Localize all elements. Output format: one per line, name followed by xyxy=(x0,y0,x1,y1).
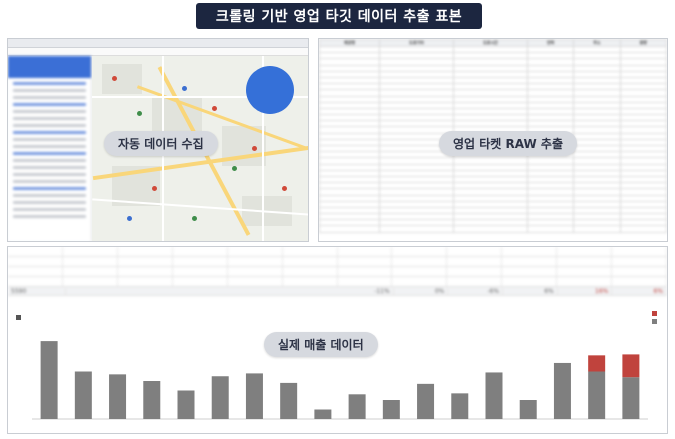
table-cell xyxy=(319,225,381,233)
bar-base xyxy=(245,373,263,419)
pct-cell: 16% xyxy=(558,287,613,295)
map-search-sidebar xyxy=(8,56,92,241)
bar-increment xyxy=(622,354,640,378)
sidebar-header xyxy=(8,56,91,78)
browser-address-bar xyxy=(8,48,308,56)
bar-base xyxy=(485,372,503,419)
sales-data-panel: 5590 -11% 0% -6% 6% 16% 6% 실제 매출 데이터 xyxy=(7,246,668,434)
pct-cell: -11% xyxy=(339,287,394,295)
table-panel-label: 영업 타켓 RAW 추출 xyxy=(439,131,577,156)
bar-base xyxy=(348,394,366,419)
table-cell xyxy=(453,225,528,233)
pct-cell: -6% xyxy=(448,287,504,295)
sales-summary-table: 5590 -11% 0% -6% 6% 16% 6% xyxy=(8,247,667,305)
table-header-cell: 도로시간 xyxy=(453,39,528,47)
bar-base xyxy=(417,383,435,419)
bar-base xyxy=(553,362,571,419)
bar-base xyxy=(74,371,92,419)
raw-table-panel: 제공명 도로기타 도로시간 연락 주소 중량 영업 타켓 RAW 추출 xyxy=(318,38,668,242)
bar-base xyxy=(280,382,298,419)
table-header-cell: 연락 xyxy=(526,39,575,47)
bar-base xyxy=(622,377,640,419)
sales-percent-row: 5590 -11% 0% -6% 6% 16% 6% xyxy=(8,287,667,296)
map-screenshot-panel: 자동 데이터 수집 xyxy=(7,38,309,242)
table-cell xyxy=(379,225,454,233)
bar-increment xyxy=(588,355,606,372)
table-cell xyxy=(526,225,575,233)
banner-title: 크롤링 기반 영업 타깃 데이터 추출 표본 xyxy=(215,9,463,25)
bar-base xyxy=(588,371,606,419)
bar-base xyxy=(109,374,127,419)
table-header-cell: 도로기타 xyxy=(379,39,454,47)
table-cell xyxy=(619,225,667,233)
page-banner: 크롤링 기반 영업 타깃 데이터 추출 표본 xyxy=(196,3,482,29)
bar-base xyxy=(40,341,58,419)
pct-cell: 6% xyxy=(612,287,667,295)
table-header-cell: 중량 xyxy=(619,39,667,47)
sales-panel-label: 실제 매출 데이터 xyxy=(264,332,378,357)
sales-chart xyxy=(8,307,667,433)
bar-base xyxy=(382,400,400,419)
bar-base xyxy=(519,400,537,419)
bar-base xyxy=(177,390,195,419)
pct-cell: 0% xyxy=(394,287,449,295)
bar-base xyxy=(143,381,161,419)
sales-first-cell: 5590 xyxy=(8,287,66,295)
sales-bar-chart xyxy=(32,341,648,420)
browser-tabbar xyxy=(8,39,308,48)
pct-cell: 6% xyxy=(503,287,558,295)
bar-base xyxy=(451,393,469,419)
bar-base xyxy=(211,376,229,419)
table-cell xyxy=(573,225,621,233)
table-header-cell: 제공명 xyxy=(319,39,381,47)
table-row xyxy=(319,225,667,233)
map-location-bubble xyxy=(246,66,294,114)
map-panel-label: 자동 데이터 수집 xyxy=(104,131,218,156)
bar-base xyxy=(314,409,332,419)
table-header-cell: 주소 xyxy=(573,39,621,47)
